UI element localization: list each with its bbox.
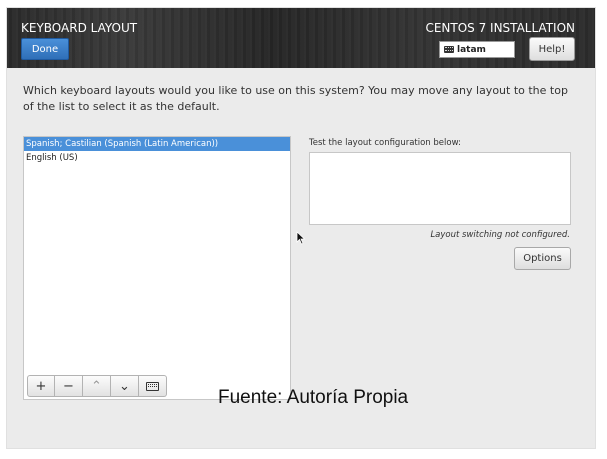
- keyboard-icon: [444, 46, 454, 53]
- figure-caption: Fuente: Autoría Propia: [218, 387, 409, 408]
- remove-layout-button[interactable]: −: [55, 375, 83, 397]
- installation-title: CENTOS 7 INSTALLATION: [425, 21, 575, 35]
- chevron-down-icon: ⌄: [119, 378, 130, 394]
- header-bar: KEYBOARD LAYOUT Done CENTOS 7 INSTALLATI…: [7, 8, 595, 68]
- layout-list[interactable]: Spanish; Castilian (Spanish (Latin Ameri…: [23, 136, 291, 400]
- keyboard-indicator[interactable]: latam: [439, 41, 515, 58]
- preview-layout-button[interactable]: [139, 375, 167, 397]
- mouse-pointer-icon: [296, 231, 306, 245]
- done-button[interactable]: Done: [21, 38, 69, 60]
- instruction-text: Which keyboard layouts would you like to…: [23, 84, 568, 113]
- plus-icon: +: [35, 378, 47, 394]
- move-down-button[interactable]: ⌄: [111, 375, 139, 397]
- keyboard-indicator-label: latam: [457, 44, 486, 55]
- switching-note: Layout switching not configured.: [430, 230, 570, 240]
- chevron-up-icon: ⌃: [91, 378, 102, 394]
- help-button[interactable]: Help!: [529, 37, 575, 61]
- options-button[interactable]: Options: [514, 247, 571, 270]
- installer-window: KEYBOARD LAYOUT Done CENTOS 7 INSTALLATI…: [6, 7, 596, 449]
- minus-icon: −: [63, 378, 74, 394]
- test-label: Test the layout configuration below:: [309, 138, 461, 148]
- move-up-button[interactable]: ⌃: [83, 375, 111, 397]
- keyboard-icon: [146, 381, 159, 391]
- list-item[interactable]: Spanish; Castilian (Spanish (Latin Ameri…: [24, 137, 290, 151]
- add-layout-button[interactable]: +: [27, 375, 55, 397]
- test-input[interactable]: [309, 152, 571, 225]
- list-item[interactable]: English (US): [24, 151, 290, 165]
- page-title: KEYBOARD LAYOUT: [21, 21, 138, 35]
